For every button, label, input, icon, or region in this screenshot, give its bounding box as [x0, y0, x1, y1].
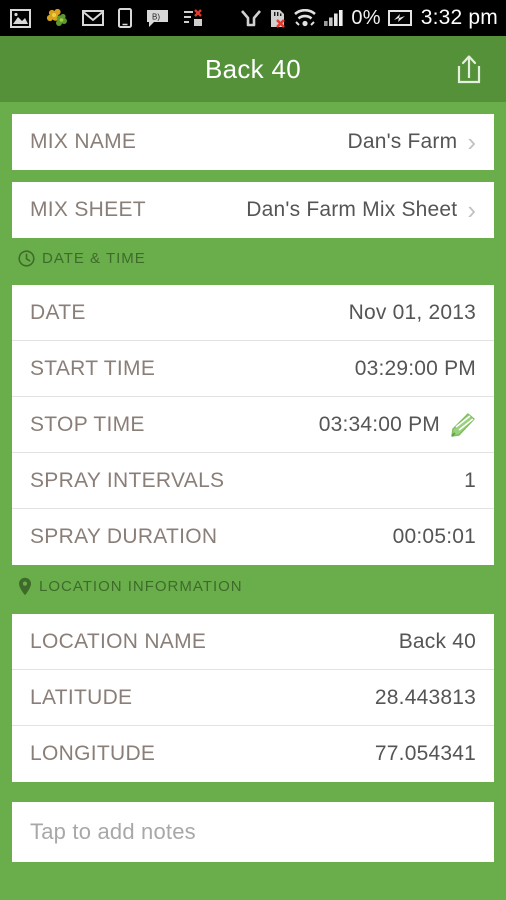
stop-time-label: STOP TIME: [30, 412, 145, 436]
spray-intervals-label: SPRAY INTERVALS: [30, 468, 225, 492]
battery-percent-text: 0%: [351, 6, 381, 29]
clock-icon: [18, 250, 35, 267]
wifi-icon: [293, 8, 317, 28]
page-title: Back 40: [204, 53, 302, 84]
mix-name-value: Dan's Farm: [347, 130, 458, 153]
chevron-right-icon: ›: [467, 127, 476, 157]
status-bar-notification-icons: B): [10, 8, 240, 28]
row-date[interactable]: DATE Nov 01, 2013: [12, 285, 494, 341]
status-bar-clock: 3:32 pm: [420, 6, 498, 29]
mix-name-label: MIX NAME: [30, 130, 137, 153]
gmail-icon: [82, 9, 104, 27]
row-latitude[interactable]: LATITUDE 28.443813: [12, 670, 494, 726]
row-spray-intervals[interactable]: SPRAY INTERVALS 1: [12, 453, 494, 509]
location-name-value: Back 40: [398, 629, 476, 653]
flower-photos-icon: [45, 8, 68, 28]
connection-icon: [240, 9, 262, 27]
date-time-card: DATE Nov 01, 2013 START TIME 03:29:00 PM…: [12, 285, 494, 565]
app-header-bar: Back 40: [0, 36, 506, 102]
row-stop-time[interactable]: STOP TIME 03:34:00 PM: [12, 397, 494, 453]
chevron-right-icon: ›: [467, 195, 476, 225]
stop-time-value: 03:34:00 PM: [318, 412, 440, 436]
notes-placeholder: Tap to add notes: [30, 819, 196, 844]
task-list-error-icon: [183, 8, 203, 28]
sd-card-removed-icon: [269, 9, 286, 28]
location-card: LOCATION NAME Back 40 LATITUDE 28.443813…: [12, 614, 494, 782]
map-pin-icon: [19, 577, 31, 596]
latitude-value: 28.443813: [374, 685, 476, 709]
notes-field[interactable]: Tap to add notes: [12, 802, 494, 862]
stop-time-value-group: 03:34:00 PM: [319, 412, 476, 438]
share-icon: [457, 55, 481, 84]
location-name-label: LOCATION NAME: [30, 629, 207, 653]
mix-sheet-value: Dan's Farm Mix Sheet: [246, 198, 458, 221]
spray-duration-label: SPRAY DURATION: [30, 525, 218, 548]
cellular-signal-icon: [324, 9, 344, 27]
mix-name-value-group: Dan's Farm ›: [347, 129, 476, 155]
mix-sheet-label: MIX SHEET: [30, 198, 146, 221]
detail-content: MIX NAME Dan's Farm › MIX SHEET Dan's Fa…: [0, 114, 506, 862]
spray-duration-value: 00:05:01: [392, 525, 476, 548]
svg-text:B): B): [152, 12, 160, 21]
date-label: DATE: [30, 300, 86, 324]
row-mix-name[interactable]: MIX NAME Dan's Farm ›: [12, 114, 494, 170]
battery-charging-icon: [387, 9, 412, 27]
date-value: Nov 01, 2013: [348, 300, 476, 324]
longitude-label: LONGITUDE: [30, 742, 156, 765]
messaging-bubble-icon: B): [146, 9, 169, 28]
row-start-time[interactable]: START TIME 03:29:00 PM: [12, 341, 494, 397]
device-tablet-icon: [118, 8, 132, 28]
section-header-date-time: DATE & TIME: [12, 238, 494, 273]
share-button[interactable]: [446, 46, 492, 92]
section-title-date-time: DATE & TIME: [42, 250, 146, 267]
start-time-label: START TIME: [30, 356, 156, 380]
start-time-value: 03:29:00 PM: [354, 356, 476, 380]
row-longitude[interactable]: LONGITUDE 77.054341: [12, 726, 494, 782]
latitude-label: LATITUDE: [30, 685, 133, 709]
mix-sheet-card: MIX SHEET Dan's Farm Mix Sheet ›: [12, 182, 494, 238]
row-spray-duration[interactable]: SPRAY DURATION 00:05:01: [12, 509, 494, 565]
gallery-image-icon: [10, 8, 31, 28]
longitude-value: 77.054341: [374, 742, 476, 765]
android-status-bar: B) 0% 3:32 pm: [0, 0, 506, 36]
status-bar-system-icons: 0% 3:32 pm: [240, 6, 498, 30]
section-header-location: LOCATION INFORMATION: [12, 565, 494, 602]
spray-intervals-value: 1: [464, 468, 476, 492]
mix-card: MIX NAME Dan's Farm ›: [12, 114, 494, 170]
pencil-edit-icon[interactable]: [448, 412, 476, 438]
row-mix-sheet[interactable]: MIX SHEET Dan's Farm Mix Sheet ›: [12, 182, 494, 238]
section-title-location: LOCATION INFORMATION: [39, 578, 243, 595]
row-location-name[interactable]: LOCATION NAME Back 40: [12, 614, 494, 670]
mix-sheet-value-group: Dan's Farm Mix Sheet ›: [246, 197, 476, 223]
